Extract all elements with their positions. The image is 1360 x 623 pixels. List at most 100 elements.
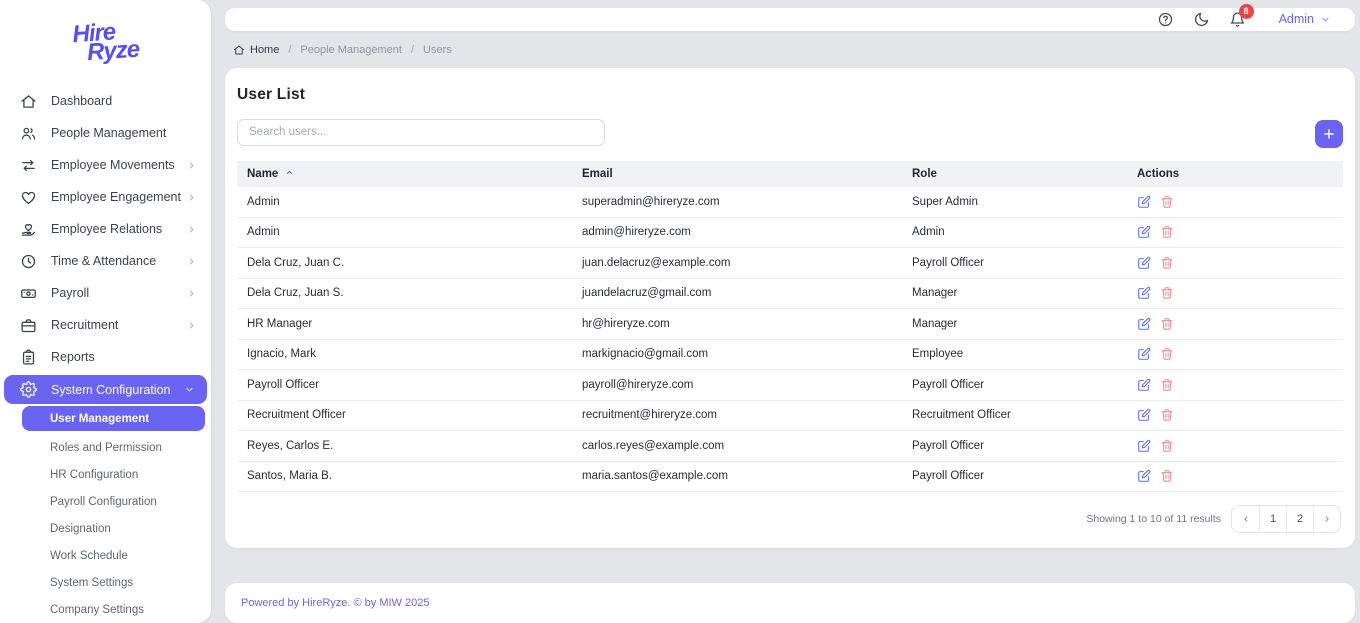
breadcrumb-item-home[interactable]: Home [233, 44, 279, 56]
cell-role: Manager [902, 309, 1127, 340]
cell-email: hr@hireryze.com [572, 309, 902, 340]
pagination-page-button-1[interactable]: 1 [1259, 506, 1286, 532]
cell-role: Employee [902, 339, 1127, 370]
chevron-right-icon [186, 192, 197, 203]
submenu-item-label: Company Settings [50, 604, 144, 616]
submenu-item-roles-and-permission[interactable]: Roles and Permission [0, 434, 211, 461]
edit-icon[interactable] [1137, 469, 1151, 483]
delete-icon[interactable] [1160, 378, 1174, 392]
cell-email: admin@hireryze.com [572, 217, 902, 248]
breadcrumb-item-people-management[interactable]: People Management [300, 44, 402, 56]
chevron-right-icon [186, 256, 197, 267]
sidebar-item-reports[interactable]: Reports [0, 341, 211, 373]
sidebar-item-label: Time & Attendance [51, 254, 156, 268]
home-icon [233, 44, 245, 56]
pagination: Showing 1 to 10 of 11 results 12 [237, 492, 1343, 548]
user-menu-label: Admin [1279, 12, 1314, 26]
edit-icon[interactable] [1137, 347, 1151, 361]
edit-icon[interactable] [1137, 378, 1151, 392]
submenu-item-label: System Settings [50, 577, 133, 589]
cell-actions [1127, 248, 1343, 279]
breadcrumb-item-users[interactable]: Users [423, 44, 452, 56]
sidebar-item-employee-engagement[interactable]: Employee Engagement [0, 181, 211, 213]
delete-icon[interactable] [1160, 317, 1174, 331]
edit-icon[interactable] [1137, 408, 1151, 422]
submenu-item-designation[interactable]: Designation [0, 515, 211, 542]
submenu-item-payroll-configuration[interactable]: Payroll Configuration [0, 488, 211, 515]
report-icon [20, 349, 37, 366]
edit-icon[interactable] [1137, 439, 1151, 453]
delete-icon[interactable] [1160, 469, 1174, 483]
submenu-item-system-settings[interactable]: System Settings [0, 569, 211, 596]
table-row: Adminadmin@hireryze.comAdmin [237, 217, 1343, 248]
breadcrumb-label: Home [250, 44, 279, 56]
cell-actions [1127, 187, 1343, 218]
sidebar-item-system-configuration[interactable]: System Configuration [4, 375, 207, 404]
sidebar-item-employee-movements[interactable]: Employee Movements [0, 149, 211, 181]
pagination-prev-button[interactable] [1232, 506, 1259, 532]
sidebar-item-employee-relations[interactable]: Employee Relations [0, 213, 211, 245]
dark-mode-moon-icon[interactable] [1193, 11, 1210, 28]
cell-name: HR Manager [237, 309, 572, 340]
chevron-left-icon [1241, 514, 1251, 524]
delete-icon[interactable] [1160, 408, 1174, 422]
breadcrumb: Home/People Management/Users [233, 44, 1355, 56]
sidebar-item-recruitment[interactable]: Recruitment [0, 309, 211, 341]
notification-badge: 8 [1239, 4, 1254, 19]
cell-role: Payroll Officer [902, 370, 1127, 401]
user-menu[interactable]: Admin [1279, 12, 1331, 26]
breadcrumb-label: Users [423, 44, 452, 56]
sidebar-item-payroll[interactable]: Payroll [0, 277, 211, 309]
chevron-right-icon [186, 288, 197, 299]
edit-icon[interactable] [1137, 225, 1151, 239]
table-row: Dela Cruz, Juan C.juan.delacruz@example.… [237, 248, 1343, 279]
app-root: Hire Ryze DashboardPeople ManagementEmpl… [0, 0, 1360, 623]
delete-icon[interactable] [1160, 286, 1174, 300]
column-header-email[interactable]: Email [572, 161, 902, 187]
pagination-page-button-2[interactable]: 2 [1286, 506, 1313, 532]
cell-name: Reyes, Carlos E. [237, 431, 572, 462]
heart-hand-icon [20, 221, 37, 238]
delete-icon[interactable] [1160, 195, 1174, 209]
edit-icon[interactable] [1137, 317, 1151, 331]
plus-icon [1322, 127, 1336, 141]
transfer-arrows-icon [20, 157, 37, 174]
add-user-button[interactable] [1315, 120, 1343, 148]
edit-icon[interactable] [1137, 286, 1151, 300]
delete-icon[interactable] [1160, 225, 1174, 239]
edit-icon[interactable] [1137, 256, 1151, 270]
delete-icon[interactable] [1160, 347, 1174, 361]
cell-name: Recruitment Officer [237, 400, 572, 431]
column-header-name[interactable]: Name [237, 161, 572, 187]
content-area: 8 Admin Home/People Management/Users Use… [211, 0, 1360, 623]
edit-icon[interactable] [1137, 195, 1151, 209]
submenu-item-user-management[interactable]: User Management [22, 406, 205, 431]
cash-icon [20, 285, 37, 302]
help-icon[interactable] [1157, 11, 1174, 28]
cell-email: carlos.reyes@example.com [572, 431, 902, 462]
submenu-item-company-settings[interactable]: Company Settings [0, 596, 211, 623]
pagination-next-button[interactable] [1313, 506, 1340, 532]
sidebar-item-people-management[interactable]: People Management [0, 117, 211, 149]
submenu-item-hr-configuration[interactable]: HR Configuration [0, 461, 211, 488]
submenu-item-work-schedule[interactable]: Work Schedule [0, 542, 211, 569]
chevron-right-icon [186, 224, 197, 235]
submenu-item-label: HR Configuration [50, 469, 138, 481]
delete-icon[interactable] [1160, 256, 1174, 270]
column-header-role[interactable]: Role [902, 161, 1127, 187]
submenu-item-label: Designation [50, 523, 111, 535]
cell-role: Payroll Officer [902, 248, 1127, 279]
user-list-card: User List Name Email Role Actions [225, 68, 1355, 549]
table-header-row: Name Email Role Actions [237, 161, 1343, 187]
cell-actions [1127, 400, 1343, 431]
column-header-actions: Actions [1127, 161, 1343, 187]
sidebar-item-time-attendance[interactable]: Time & Attendance [0, 245, 211, 277]
chevron-down-icon [184, 384, 195, 395]
notifications-bell-icon[interactable]: 8 [1229, 11, 1246, 28]
gear-icon [20, 381, 37, 398]
search-input[interactable] [237, 119, 605, 146]
delete-icon[interactable] [1160, 439, 1174, 453]
sidebar-item-dashboard[interactable]: Dashboard [0, 85, 211, 117]
cell-email: juandelacruz@gmail.com [572, 278, 902, 309]
people-icon [20, 125, 37, 142]
